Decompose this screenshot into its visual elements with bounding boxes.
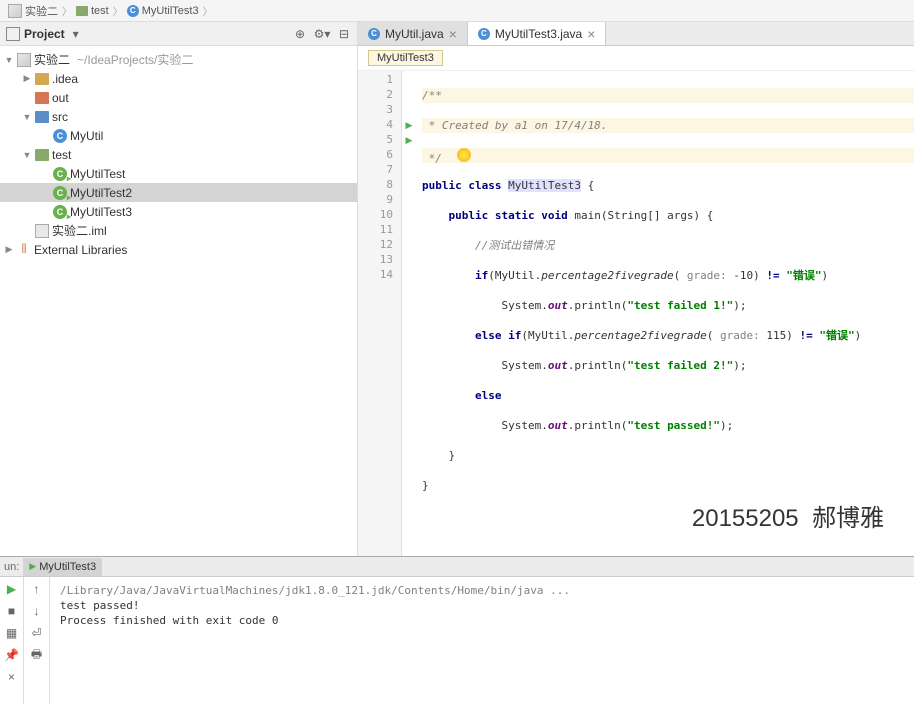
run-config-tab[interactable]: ▶ MyUtilTest3 bbox=[23, 558, 102, 576]
intention-bulb-icon[interactable] bbox=[457, 148, 471, 162]
java-runnable-icon: C bbox=[53, 167, 67, 181]
expand-arrow-icon[interactable]: ▼ bbox=[22, 112, 32, 122]
tree-folder-idea[interactable]: ▶ .idea bbox=[0, 69, 357, 88]
run-method-icon[interactable]: ▶ bbox=[402, 133, 416, 148]
close-icon[interactable]: × bbox=[587, 26, 595, 42]
run-class-icon[interactable]: ▶ bbox=[402, 118, 416, 133]
close-icon[interactable]: × bbox=[4, 669, 20, 685]
tab-myutiltest3[interactable]: C MyUtilTest3.java × bbox=[468, 22, 607, 45]
folder-icon bbox=[76, 6, 88, 16]
folder-icon bbox=[35, 92, 49, 104]
run-gutter: ▶ ▶ bbox=[402, 71, 416, 556]
pin-icon[interactable]: 📌 bbox=[4, 647, 20, 663]
java-class-icon: C bbox=[127, 5, 139, 17]
expand-arrow-icon[interactable]: ▼ bbox=[4, 55, 14, 65]
run-tool-window: un: ▶ MyUtilTest3 ▶ ■ ▦ 📌 × ↑ ↓ ⏎ 🖶 /Lib… bbox=[0, 556, 914, 704]
stop-icon[interactable]: ■ bbox=[4, 603, 20, 619]
rerun-icon[interactable]: ▶ bbox=[4, 581, 20, 597]
code-editor[interactable]: /** * Created by a1 on 17/4/18. */ publi… bbox=[416, 71, 914, 556]
project-tree: ▼ 实验二 ~/IdeaProjects/实验二 ▶ .idea out ▼ s… bbox=[0, 46, 357, 556]
breadcrumb-project[interactable]: 实验二 bbox=[8, 3, 58, 19]
layout-icon[interactable]: ▦ bbox=[4, 625, 20, 641]
folder-icon bbox=[35, 73, 49, 85]
print-icon[interactable]: 🖶 bbox=[29, 647, 45, 663]
java-class-icon: C bbox=[478, 28, 490, 40]
editor-area: C MyUtil.java × C MyUtilTest3.java × MyU… bbox=[358, 22, 914, 556]
module-icon bbox=[17, 53, 31, 67]
sidebar-header: Project ▾ ⊕ ⚙▾ ⊟ bbox=[0, 22, 357, 46]
tree-folder-src[interactable]: ▼ src bbox=[0, 107, 357, 126]
project-sidebar: Project ▾ ⊕ ⚙▾ ⊟ ▼ 实验二 ~/IdeaProjects/实验… bbox=[0, 22, 358, 556]
close-icon[interactable]: × bbox=[449, 26, 457, 42]
tab-myutil[interactable]: C MyUtil.java × bbox=[358, 22, 468, 45]
chevron-right-icon: 〉 bbox=[62, 3, 72, 18]
library-icon: ⫼ bbox=[17, 243, 31, 257]
tree-folder-out[interactable]: out bbox=[0, 88, 357, 107]
tree-folder-test[interactable]: ▼ test bbox=[0, 145, 357, 164]
iml-icon bbox=[35, 224, 49, 238]
tree-external-libs[interactable]: ▶ ⫼ External Libraries bbox=[0, 240, 357, 259]
breadcrumb: 实验二 〉 test 〉 CMyUtilTest3 〉 bbox=[0, 0, 914, 22]
collapse-icon[interactable]: ⊕ bbox=[293, 27, 307, 41]
java-runnable-icon: C bbox=[53, 186, 67, 200]
editor-tabs: C MyUtil.java × C MyUtilTest3.java × bbox=[358, 22, 914, 46]
tree-file-test1[interactable]: C MyUtilTest bbox=[0, 164, 357, 183]
expand-arrow-icon[interactable]: ▶ bbox=[22, 73, 32, 84]
chevron-right-icon: 〉 bbox=[203, 3, 213, 18]
sidebar-title: Project bbox=[24, 27, 65, 41]
tree-file-test3[interactable]: C MyUtilTest3 bbox=[0, 202, 357, 221]
source-folder-icon bbox=[35, 111, 49, 123]
project-view-icon[interactable] bbox=[6, 27, 20, 41]
run-toolbar-console: ↑ ↓ ⏎ 🖶 bbox=[24, 577, 50, 704]
watermark-text: 20155205 郝博雅 bbox=[692, 511, 884, 526]
soft-wrap-icon[interactable]: ⏎ bbox=[29, 625, 45, 641]
navigation-bar: MyUtilTest3 bbox=[358, 46, 914, 71]
java-class-icon: C bbox=[53, 129, 67, 143]
scroll-down-icon[interactable]: ↓ bbox=[29, 603, 45, 619]
settings-dropdown-icon[interactable]: ⚙▾ bbox=[315, 27, 329, 41]
hide-icon[interactable]: ⊟ bbox=[337, 27, 351, 41]
tree-file-test2[interactable]: C MyUtilTest2 bbox=[0, 183, 357, 202]
test-folder-icon bbox=[35, 149, 49, 161]
chevron-right-icon: 〉 bbox=[113, 3, 123, 18]
java-runnable-icon: C bbox=[53, 205, 67, 219]
run-icon: ▶ bbox=[29, 561, 36, 572]
console-output[interactable]: /Library/Java/JavaVirtualMachines/jdk1.8… bbox=[50, 577, 914, 704]
dropdown-icon[interactable]: ▾ bbox=[69, 27, 83, 41]
tree-file-iml[interactable]: 实验二.iml bbox=[0, 221, 357, 240]
run-toolbar-left: ▶ ■ ▦ 📌 × bbox=[0, 577, 24, 704]
expand-arrow-icon[interactable]: ▼ bbox=[22, 150, 32, 160]
run-tabs: un: ▶ MyUtilTest3 bbox=[0, 557, 914, 577]
line-gutter[interactable]: 1 2 3 4 5 6 7 8 9 10 11 12 13 14 bbox=[358, 71, 402, 556]
tree-file-myutil[interactable]: C MyUtil bbox=[0, 126, 357, 145]
class-crumb[interactable]: MyUtilTest3 bbox=[368, 50, 443, 66]
breadcrumb-file[interactable]: CMyUtilTest3 bbox=[127, 5, 199, 17]
module-icon bbox=[8, 4, 22, 18]
scroll-up-icon[interactable]: ↑ bbox=[29, 581, 45, 597]
expand-arrow-icon[interactable]: ▶ bbox=[4, 244, 14, 255]
breadcrumb-folder[interactable]: test bbox=[76, 5, 109, 17]
tree-root[interactable]: ▼ 实验二 ~/IdeaProjects/实验二 bbox=[0, 50, 357, 69]
java-class-icon: C bbox=[368, 28, 380, 40]
